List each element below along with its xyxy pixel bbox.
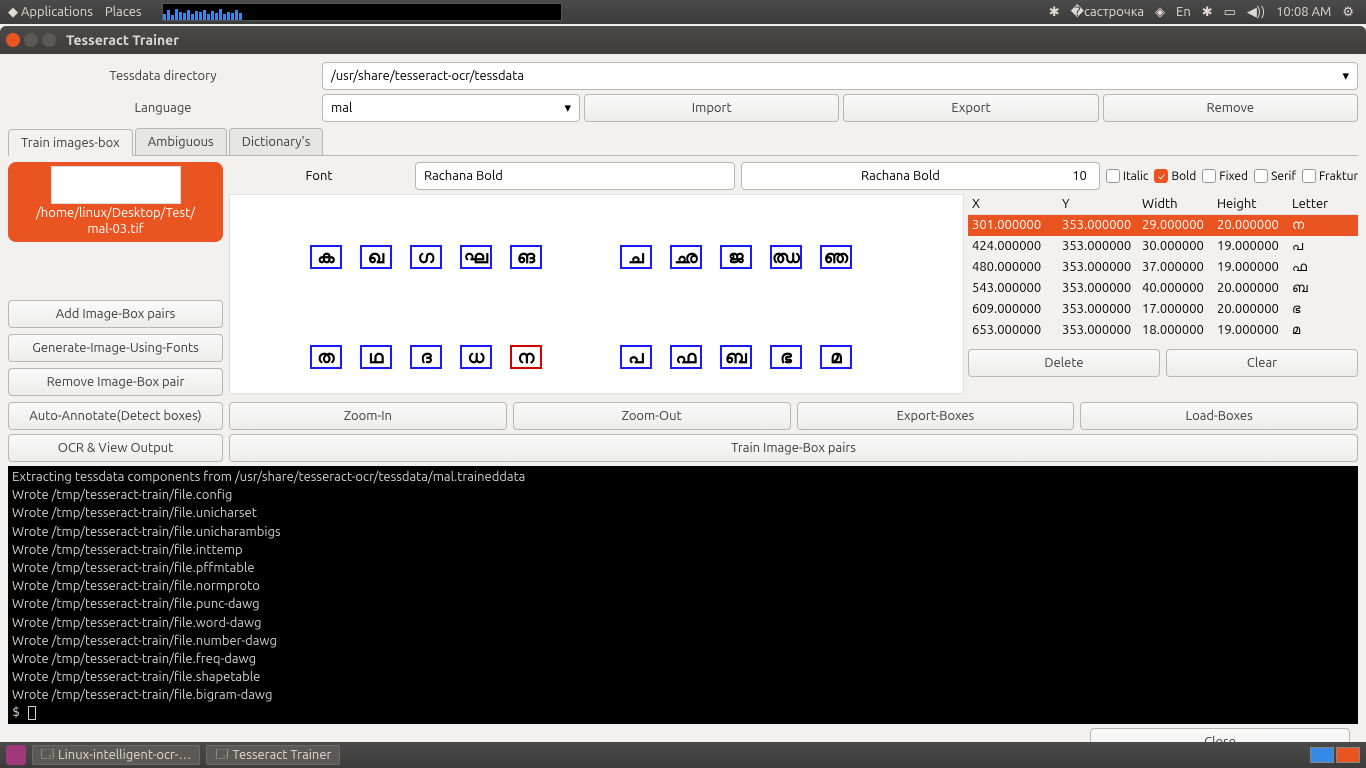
font-label: Font [229, 169, 409, 183]
terminal-cursor [28, 706, 36, 720]
glyph-box[interactable]: ഭ [770, 345, 802, 369]
fraktur-checkbox[interactable] [1302, 169, 1316, 183]
language-combo[interactable]: mal ▾ [322, 94, 580, 122]
glyph-box[interactable]: ഞ [820, 245, 852, 269]
volume-icon[interactable]: ◀)) [1247, 5, 1265, 19]
italic-label: Italic [1123, 170, 1149, 183]
glyph-box[interactable]: ദ [410, 345, 442, 369]
delete-button[interactable]: Delete [968, 349, 1160, 377]
glyph-box[interactable]: ക [310, 245, 342, 269]
wifi-icon[interactable]: ◈ [1155, 5, 1165, 19]
menu-applications[interactable]: ◆ Applications [8, 5, 93, 20]
bold-label: Bold [1171, 170, 1196, 183]
system-tray: ✱ �састрочка ◈ En ✱ ▭ ◀)) 10:08 AM ⚙ [1045, 5, 1358, 20]
box-table-row[interactable]: 543.000000353.00000040.00000020.000000ബ [968, 278, 1358, 299]
thumbnail-preview [51, 166, 181, 204]
glyph-box[interactable]: ജ [720, 245, 752, 269]
serif-checkbox[interactable] [1254, 169, 1268, 183]
font-display-size[interactable]: Rachana Bold 10 [741, 162, 1100, 190]
gnome-bottom-panel: 🗔 Linux-intelligent-ocr-… 🗔 Tesseract Tr… [0, 742, 1366, 768]
glyph-box[interactable]: ന [510, 345, 542, 369]
glyph-box[interactable]: ഗ [410, 245, 442, 269]
italic-checkbox[interactable] [1106, 169, 1120, 183]
gear-icon[interactable]: ⚙ [1342, 5, 1354, 19]
chevron-down-icon: ▾ [1342, 69, 1349, 84]
bold-checkbox[interactable]: ✓ [1154, 169, 1168, 183]
box-table-row[interactable]: 609.000000353.00000017.00000020.000000ഭ [968, 299, 1358, 320]
zoom-in-button[interactable]: Zoom-In [229, 402, 507, 430]
glyph-box[interactable]: ഘ [460, 245, 492, 269]
language-label: Language [8, 101, 318, 115]
bluetooth-icon-2[interactable]: ✱ [1202, 5, 1213, 19]
glyph-box[interactable]: ഥ [360, 345, 392, 369]
box-table-row[interactable]: 480.000000353.00000037.00000019.000000ഫ [968, 257, 1358, 278]
window-close-button[interactable] [6, 33, 20, 47]
thumbnail-path: /home/linux/Desktop/Test/mal-03.tif [36, 206, 195, 237]
train-image-box-button[interactable]: Train Image-Box pairs [229, 434, 1358, 462]
tessdata-path-combo[interactable]: /usr/share/tesseract-ocr/tessdata ▾ [322, 62, 1358, 90]
image-canvas[interactable]: കഖഗഘങ ചഛജഝഞ തഥദധന പഫബഭമ [229, 194, 964, 394]
tab-dictionarys[interactable]: Dictionary's [229, 128, 324, 155]
bluetooth-icon[interactable]: ✱ [1049, 5, 1060, 19]
tessdata-path-value: /usr/share/tesseract-ocr/tessdata [331, 69, 524, 83]
system-monitor-graph[interactable] [162, 3, 562, 21]
chevron-down-icon: ▾ [564, 101, 571, 116]
fraktur-label: Fraktur [1319, 170, 1358, 183]
glyph-box[interactable]: ത [310, 345, 342, 369]
window-title: Tesseract Trainer [66, 32, 179, 48]
workspace-switcher[interactable] [1310, 747, 1360, 763]
taskbar-item-tesseract-trainer[interactable]: 🗔 Tesseract Trainer [206, 745, 340, 765]
box-table-body[interactable]: 301.000000353.00000029.00000020.000000ന4… [968, 215, 1358, 341]
clear-button[interactable]: Clear [1166, 349, 1358, 377]
glyph-box[interactable]: ഖ [360, 245, 392, 269]
window-maximize-button[interactable] [42, 33, 56, 47]
tab-ambiguous[interactable]: Ambiguous [135, 128, 227, 155]
glyph-box[interactable]: ഝ [770, 245, 802, 269]
remove-image-box-button[interactable]: Remove Image-Box pair [8, 368, 223, 396]
load-boxes-button[interactable]: Load-Boxes [1080, 402, 1358, 430]
glyph-box[interactable]: ഛ [670, 245, 702, 269]
generate-image-fonts-button[interactable]: Generate-Image-Using-Fonts [8, 334, 223, 362]
battery-icon[interactable]: ▭ [1224, 5, 1236, 19]
serif-label: Serif [1271, 170, 1296, 183]
glyph-box[interactable]: ങ [510, 245, 542, 269]
menu-places[interactable]: Places [105, 5, 142, 19]
glyph-box[interactable]: ഫ [670, 345, 702, 369]
show-desktop-icon[interactable] [6, 745, 26, 765]
font-display-value: Rachana Bold [750, 169, 1051, 183]
export-button[interactable]: Export [843, 94, 1098, 122]
language-value: mal [331, 101, 352, 115]
tessdata-label: Tessdata directory [8, 69, 318, 83]
window-minimize-button[interactable] [24, 33, 38, 47]
add-image-box-button[interactable]: Add Image-Box pairs [8, 300, 223, 328]
font-name-input[interactable] [415, 162, 735, 190]
box-table-row[interactable]: 653.000000353.00000018.00000019.000000മ [968, 320, 1358, 341]
auto-annotate-button[interactable]: Auto-Annotate(Detect boxes) [8, 402, 223, 430]
import-button[interactable]: Import [584, 94, 839, 122]
tab-train-images-box[interactable]: Train images-box [8, 129, 133, 156]
ocr-view-output-button[interactable]: OCR & View Output [8, 434, 223, 462]
glyph-box[interactable]: മ [820, 345, 852, 369]
clock[interactable]: 10:08 AM [1276, 5, 1331, 19]
glyph-box[interactable]: ബ [720, 345, 752, 369]
glyph-box[interactable]: പ [620, 345, 652, 369]
keyboard-lang[interactable]: En [1176, 5, 1191, 19]
export-boxes-button[interactable]: Export-Boxes [797, 402, 1075, 430]
font-size-value: 10 [1051, 169, 1091, 183]
gnome-top-panel: ◆ Applications Places ✱ �састрочка ◈ En … [0, 0, 1366, 24]
box-table-header: X Y Width Height Letter [968, 194, 1358, 215]
box-table-row[interactable]: 301.000000353.00000029.00000020.000000ന [968, 215, 1358, 236]
wifi-icon[interactable]: �састрочка [1071, 5, 1144, 19]
box-table-row[interactable]: 424.000000353.00000030.00000019.000000പ [968, 236, 1358, 257]
window-titlebar[interactable]: Tesseract Trainer [0, 26, 1366, 54]
taskbar-item-linux-ocr[interactable]: 🗔 Linux-intelligent-ocr-… [32, 745, 200, 765]
output-terminal[interactable]: Extracting tessdata components from /usr… [8, 466, 1358, 724]
glyph-box[interactable]: ധ [460, 345, 492, 369]
glyph-box[interactable]: ച [620, 245, 652, 269]
fixed-checkbox[interactable] [1202, 169, 1216, 183]
remove-button[interactable]: Remove [1103, 94, 1358, 122]
image-thumbnail[interactable]: /home/linux/Desktop/Test/mal-03.tif [8, 162, 223, 242]
fixed-label: Fixed [1219, 170, 1248, 183]
zoom-out-button[interactable]: Zoom-Out [513, 402, 791, 430]
